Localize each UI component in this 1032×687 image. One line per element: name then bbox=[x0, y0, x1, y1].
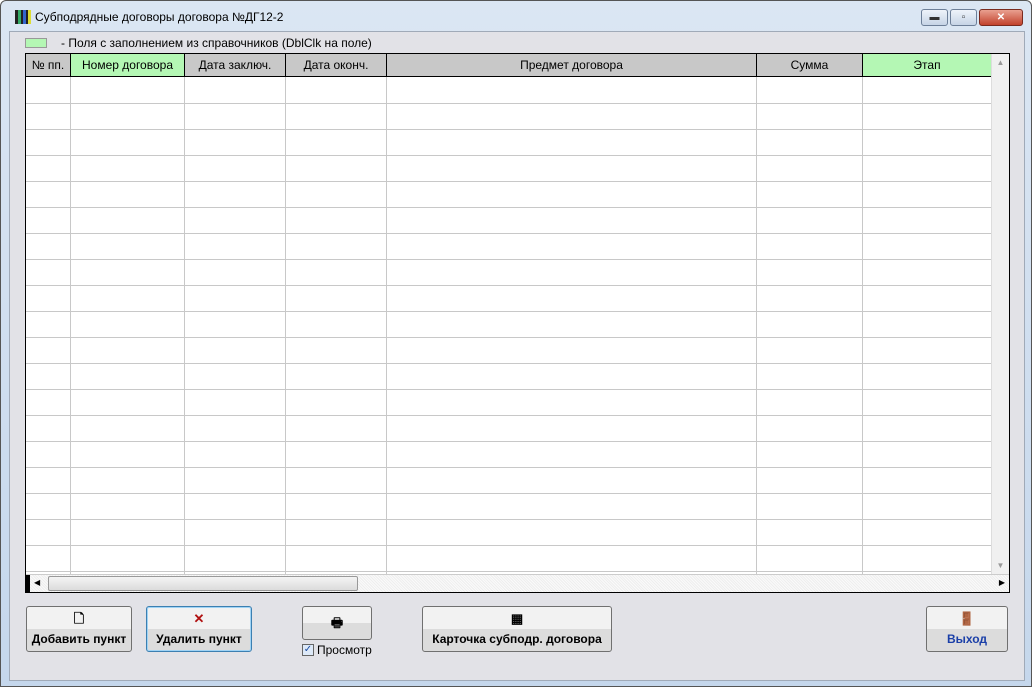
grid-row-line bbox=[26, 181, 991, 182]
grid-column-line bbox=[756, 77, 757, 574]
grid-column-line bbox=[285, 77, 286, 574]
grid-row-line bbox=[26, 519, 991, 520]
col-header-subject[interactable]: Предмет договора bbox=[387, 54, 757, 77]
checkbox-checked-icon[interactable]: ✓ bbox=[302, 644, 314, 656]
close-button[interactable]: ✕ bbox=[979, 9, 1023, 26]
col-header-number[interactable]: № пп. bbox=[26, 54, 71, 77]
legend-text: - Поля с заполнением из справочников (Db… bbox=[61, 36, 372, 50]
grid-row-line bbox=[26, 493, 991, 494]
preview-label: Просмотр bbox=[317, 643, 372, 657]
scroll-left-icon[interactable]: ◀ bbox=[34, 578, 40, 587]
delete-item-button[interactable]: ✕ Удалить пункт bbox=[146, 606, 252, 652]
grid-row-line bbox=[26, 467, 991, 468]
col-header-stage[interactable]: Этап bbox=[863, 54, 992, 77]
minimize-button[interactable]: ▬ bbox=[921, 9, 948, 26]
col-header-date-end[interactable]: Дата оконч. bbox=[286, 54, 387, 77]
grid-row-line bbox=[26, 545, 991, 546]
col-header-contract-number[interactable]: Номер договора bbox=[71, 54, 185, 77]
exit-button[interactable]: 🚪 Выход bbox=[926, 606, 1008, 652]
grid-row-line bbox=[26, 129, 991, 130]
grid-row-line bbox=[26, 337, 991, 338]
grid-row-line bbox=[26, 363, 991, 364]
grid-column-line bbox=[862, 77, 863, 574]
col-header-sum[interactable]: Сумма bbox=[757, 54, 863, 77]
add-item-label: Добавить пункт bbox=[31, 632, 127, 646]
subcontract-card-label: Карточка субподр. договора bbox=[432, 632, 602, 646]
window-title: Субподрядные договоры договора №ДГ12-2 bbox=[35, 10, 284, 24]
grid-row-line bbox=[26, 389, 991, 390]
delete-item-label: Удалить пункт bbox=[156, 632, 242, 646]
print-button[interactable]: 🖶 bbox=[302, 606, 372, 640]
grid-row-line bbox=[26, 285, 991, 286]
grid-column-line bbox=[184, 77, 185, 574]
new-document-icon: 🗋 bbox=[73, 611, 85, 626]
grid-row-line bbox=[26, 441, 991, 442]
grid-row-line bbox=[26, 259, 991, 260]
horizontal-scrollbar[interactable]: ◀ ▶ bbox=[26, 574, 1009, 592]
grid-row-line bbox=[26, 233, 991, 234]
subcontract-card-button[interactable]: ▦ Карточка субподр. договора bbox=[422, 606, 612, 652]
grid-row-line bbox=[26, 103, 991, 104]
app-icon bbox=[15, 10, 31, 24]
scroll-right-icon[interactable]: ▶ bbox=[999, 578, 1005, 587]
grid-column-line bbox=[70, 77, 71, 574]
grid-column-line bbox=[386, 77, 387, 574]
exit-label: Выход bbox=[946, 632, 988, 646]
title-bar: Субподрядные договоры договора №ДГ12-2 bbox=[15, 10, 283, 24]
maximize-button[interactable]: ▫ bbox=[950, 9, 977, 26]
exit-door-icon: 🚪 bbox=[958, 611, 976, 626]
grid-row-line bbox=[26, 571, 991, 572]
window: Субподрядные договоры договора №ДГ12-2 ▬… bbox=[0, 0, 1032, 687]
grid-row-line bbox=[26, 415, 991, 416]
subcontracts-table[interactable]: № пп. Номер договора Дата заключ. Дата о… bbox=[25, 53, 1010, 593]
grid-row-line bbox=[26, 311, 991, 312]
preview-checkbox[interactable]: ✓ Просмотр bbox=[302, 643, 372, 657]
grid-row-line bbox=[26, 155, 991, 156]
delete-icon: ✕ bbox=[193, 611, 205, 626]
legend-swatch bbox=[25, 38, 47, 48]
vertical-scrollbar[interactable]: ▲ ▼ bbox=[991, 54, 1009, 574]
col-header-date-start[interactable]: Дата заключ. bbox=[185, 54, 286, 77]
grid-row-line bbox=[26, 207, 991, 208]
add-item-button[interactable]: 🗋 Добавить пункт bbox=[26, 606, 132, 652]
scrollbar-thumb[interactable] bbox=[48, 576, 358, 591]
legend: - Поля с заполнением из справочников (Db… bbox=[25, 36, 372, 50]
card-icon: ▦ bbox=[510, 611, 524, 626]
printer-icon: 🖶 bbox=[330, 615, 344, 630]
